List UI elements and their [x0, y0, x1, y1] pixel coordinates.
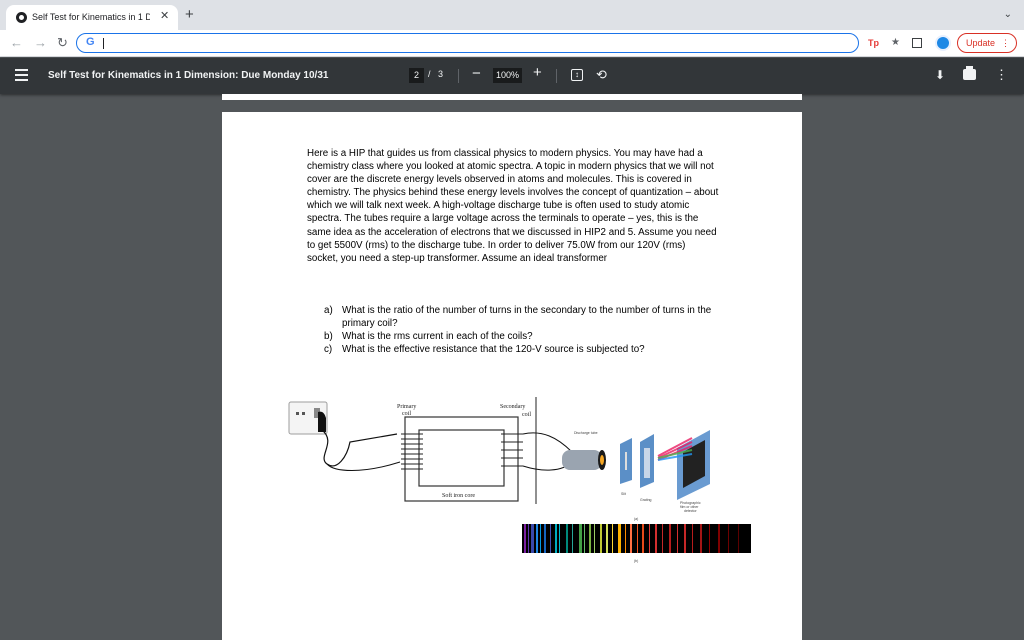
soft-iron-core-label: Soft iron core	[442, 492, 475, 499]
power-cable	[321, 429, 398, 467]
update-menu-icon: ⋮	[1001, 38, 1010, 48]
film-label-3: detector	[684, 509, 697, 513]
fit-page-icon[interactable]: ↕	[571, 69, 583, 81]
page-separator: /	[428, 69, 431, 79]
extension-tp-icon[interactable]: Tp	[868, 36, 879, 50]
zoom-out-button[interactable]: −	[472, 65, 481, 82]
spectrum-bottom-label: (b)	[634, 559, 638, 563]
puzzle-icon[interactable]: ★	[891, 36, 900, 50]
grating	[640, 434, 654, 488]
profile-icon[interactable]	[935, 35, 951, 51]
secondary-coil-label-2: coil	[522, 412, 531, 418]
new-tab-button[interactable]: +	[185, 7, 194, 22]
more-icon[interactable]: ⋮	[995, 67, 1008, 83]
google-icon: G	[86, 36, 95, 48]
download-icon[interactable]: ⬇	[935, 68, 945, 82]
grating-label: Grating	[640, 498, 652, 502]
text-caret	[103, 38, 104, 49]
update-label: Update	[966, 38, 996, 48]
browser-toolbar: ← → ↻ G Tp ★ Update ⋮	[0, 30, 1024, 57]
toolbar-divider	[556, 69, 557, 83]
emission-spectrum	[522, 524, 751, 553]
spectrum-top-label: (a)	[634, 517, 638, 521]
reload-icon[interactable]: ↻	[57, 35, 68, 50]
slit	[620, 438, 632, 484]
address-bar[interactable]: G	[76, 33, 859, 53]
print-icon[interactable]	[963, 66, 976, 80]
toolbar-divider	[458, 69, 459, 83]
tab-close-icon[interactable]: ✕	[160, 10, 169, 23]
document-title: Self Test for Kinematics in 1 Dimension:…	[48, 70, 329, 81]
tab-favicon-icon	[16, 12, 27, 23]
forward-icon[interactable]: →	[34, 35, 47, 50]
browser-tab[interactable]: Self Test for Kinematics in 1 Di ✕	[6, 5, 178, 30]
tab-title: Self Test for Kinematics in 1 Di	[32, 12, 150, 22]
pdf-page: Here is a HIP that guides us from classi…	[222, 112, 802, 640]
rotate-icon[interactable]: ⟲	[596, 67, 607, 83]
page-number-input[interactable]: 2	[409, 68, 424, 83]
zoom-input[interactable]: 100%	[493, 68, 522, 83]
primary-coil-label: Primary	[397, 404, 416, 410]
menu-icon[interactable]	[15, 69, 28, 81]
slit-label: Slit	[621, 492, 626, 496]
photographic-film	[657, 430, 710, 500]
window-icon[interactable]	[912, 38, 922, 48]
previous-page	[222, 94, 802, 100]
discharge-tube-label: Discharge tube	[574, 431, 598, 435]
secondary-coil-label: Secondary	[500, 404, 525, 410]
pdf-toolbar: Self Test for Kinematics in 1 Dimension:…	[0, 58, 1024, 94]
transformer-spectrum-figure: Primary coil Secondary coil Soft iron co…	[288, 397, 751, 563]
page-total: 3	[438, 69, 444, 79]
back-icon[interactable]: ←	[10, 35, 23, 50]
tab-strip: Self Test for Kinematics in 1 Di ✕ + ⌄	[0, 0, 1024, 30]
discharge-tube	[562, 450, 606, 470]
primary-coil-label-2: coil	[402, 411, 411, 417]
tab-search-icon[interactable]: ⌄	[1004, 9, 1012, 20]
wall-socket	[288, 401, 328, 435]
zoom-in-button[interactable]: +	[533, 64, 542, 81]
update-button[interactable]: Update ⋮	[957, 33, 1017, 53]
